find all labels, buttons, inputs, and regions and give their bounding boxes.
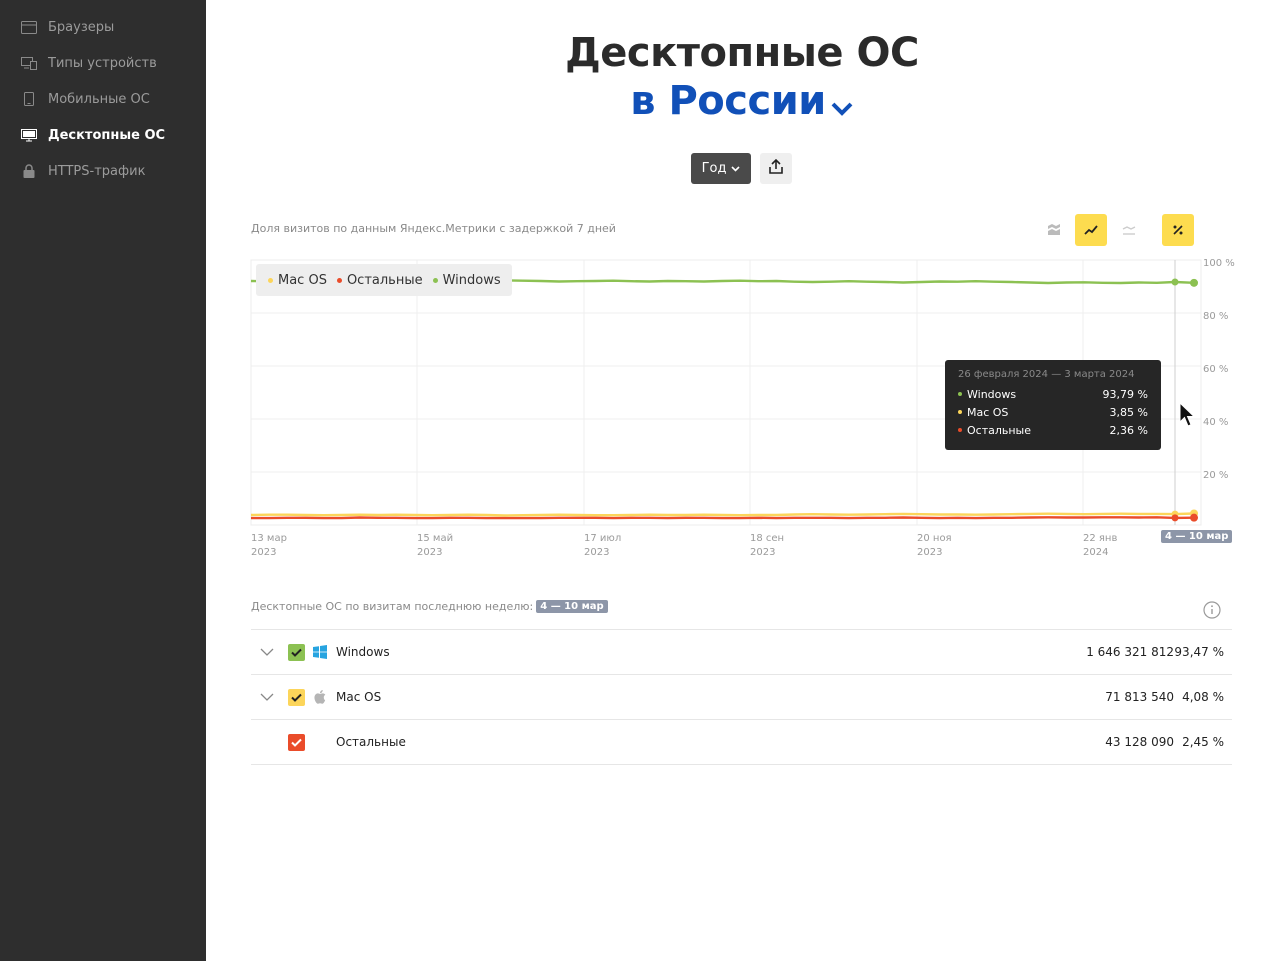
apple-logo-icon	[313, 690, 327, 704]
mobile-phone-icon	[21, 92, 37, 106]
series-line-остальные	[251, 516, 1195, 520]
legend-dot	[268, 277, 273, 283]
lock-icon	[21, 164, 37, 178]
legend-dot	[432, 277, 438, 283]
row-share: 93,47 %	[1174, 645, 1224, 659]
row-visits: 43 128 090	[1105, 735, 1174, 749]
windows-logo-icon	[313, 645, 327, 659]
table-row: Mac OS 71 813 540 4,08 %	[251, 674, 1232, 719]
tooltip-series-value: 93,79 %	[1102, 387, 1148, 401]
table-title: Десктопные ОС по визитам последнюю недел…	[251, 600, 608, 613]
tooltip-series-value: 2,36 %	[1109, 423, 1148, 437]
legend-dot	[336, 277, 342, 283]
chart-legend: Mac OS Остальные Windows	[256, 264, 512, 296]
sidebar-item-label: Мобильные ОС	[48, 91, 150, 107]
sidebar-item-label: Браузеры	[48, 19, 115, 35]
table-title-text: Десктопные ОС по визитам последнюю недел…	[251, 600, 534, 613]
sidebar-item-device-types[interactable]: Типы устройств	[0, 49, 206, 77]
table-bottom-border	[251, 764, 1232, 765]
x-current-week-label: 4 — 10 мар	[1161, 530, 1233, 543]
row-icon-placeholder	[313, 735, 327, 749]
mouse-cursor-icon	[1179, 401, 1196, 432]
y-tick-label: 60 %	[1203, 364, 1229, 375]
x-tick-label: 15 май 2023	[417, 533, 454, 558]
tooltip-dot	[958, 392, 962, 396]
table-row: Остальные 43 128 090 2,45 %	[251, 719, 1232, 764]
x-tick-label: 17 июл 2023	[584, 533, 622, 558]
row-visits: 1 646 321 812	[1086, 645, 1174, 659]
legend-label: Windows	[442, 272, 501, 288]
chart-tooltip: 26 февраля 2024 — 3 марта 2024 Windows 93…	[945, 360, 1161, 450]
y-tick-label: 80 %	[1203, 311, 1229, 322]
table-row: Windows 1 646 321 812 93,47 %	[251, 629, 1232, 674]
tooltip-row: Остальные 2,36 %	[958, 421, 1148, 439]
main-content: Десктопные ОС в России Год Доля визитов …	[206, 0, 1278, 961]
info-icon[interactable]	[1203, 601, 1221, 619]
x-tick-label: 20 ноя 2023	[917, 533, 952, 558]
sidebar-item-label: Типы устройств	[48, 55, 157, 71]
table-week-badge: 4 — 10 мар	[536, 600, 608, 613]
row-share: 2,45 %	[1182, 735, 1224, 749]
series-checkbox[interactable]	[288, 688, 305, 706]
row-name: Windows	[336, 645, 390, 659]
x-tick-label: 13 мар 2023	[251, 533, 287, 558]
legend-label: Остальные	[346, 272, 423, 288]
last-point	[1190, 513, 1198, 522]
sidebar: Браузеры Типы устройств Мобильные ОС Дес…	[0, 0, 206, 961]
tooltip-period: 26 февраля 2024 — 3 марта 2024	[958, 369, 1135, 380]
row-visits: 71 813 540	[1105, 690, 1174, 704]
series-checkbox[interactable]	[288, 643, 305, 661]
sidebar-item-browsers[interactable]: Браузеры	[0, 13, 206, 41]
sidebar-item-desktop-os[interactable]: Десктопные ОС	[0, 121, 206, 149]
tooltip-dot	[958, 428, 962, 432]
x-tick-label: 18 сен 2023	[750, 533, 785, 558]
series-line-mac-os	[250, 512, 1195, 517]
tooltip-series-name: Mac OS	[967, 405, 1009, 419]
hover-point	[1171, 514, 1179, 522]
tooltip-series-value: 3,85 %	[1109, 405, 1148, 419]
sidebar-item-https-traffic[interactable]: HTTPS-трафик	[0, 157, 206, 185]
legend-item-windows[interactable]: Windows	[432, 272, 501, 288]
tooltip-series-name: Остальные	[967, 423, 1032, 437]
x-tick-label: 22 янв 2024	[1083, 533, 1118, 558]
y-tick-label: 20 %	[1203, 470, 1229, 481]
row-share: 4,08 %	[1182, 690, 1224, 704]
sidebar-item-label: HTTPS-трафик	[48, 163, 146, 179]
y-tick-label: 40 %	[1203, 417, 1229, 428]
tooltip-series-name: Windows	[967, 387, 1017, 401]
legend-item-macos[interactable]: Mac OS	[268, 273, 327, 288]
last-point	[1190, 278, 1198, 287]
legend-label: Mac OS	[278, 272, 327, 288]
browser-window-icon	[21, 20, 37, 34]
hover-point	[1171, 278, 1179, 286]
tooltip-dot	[958, 410, 962, 414]
legend-item-other[interactable]: Остальные	[336, 272, 423, 288]
sidebar-item-mobile-os[interactable]: Мобильные ОС	[0, 85, 206, 113]
desktop-monitor-icon	[21, 128, 37, 142]
sidebar-item-label: Десктопные ОС	[48, 127, 166, 143]
row-name: Остальные	[336, 735, 406, 749]
series-checkbox[interactable]	[288, 733, 305, 751]
devices-icon	[21, 56, 37, 70]
expand-chevron-icon[interactable]	[256, 693, 278, 701]
tooltip-row: Mac OS 3,85 %	[958, 403, 1148, 421]
tooltip-row: Windows 93,79 %	[958, 385, 1148, 403]
y-tick-label: 100 %	[1203, 258, 1235, 269]
expand-chevron-icon[interactable]	[256, 648, 278, 656]
row-name: Mac OS	[336, 690, 382, 704]
